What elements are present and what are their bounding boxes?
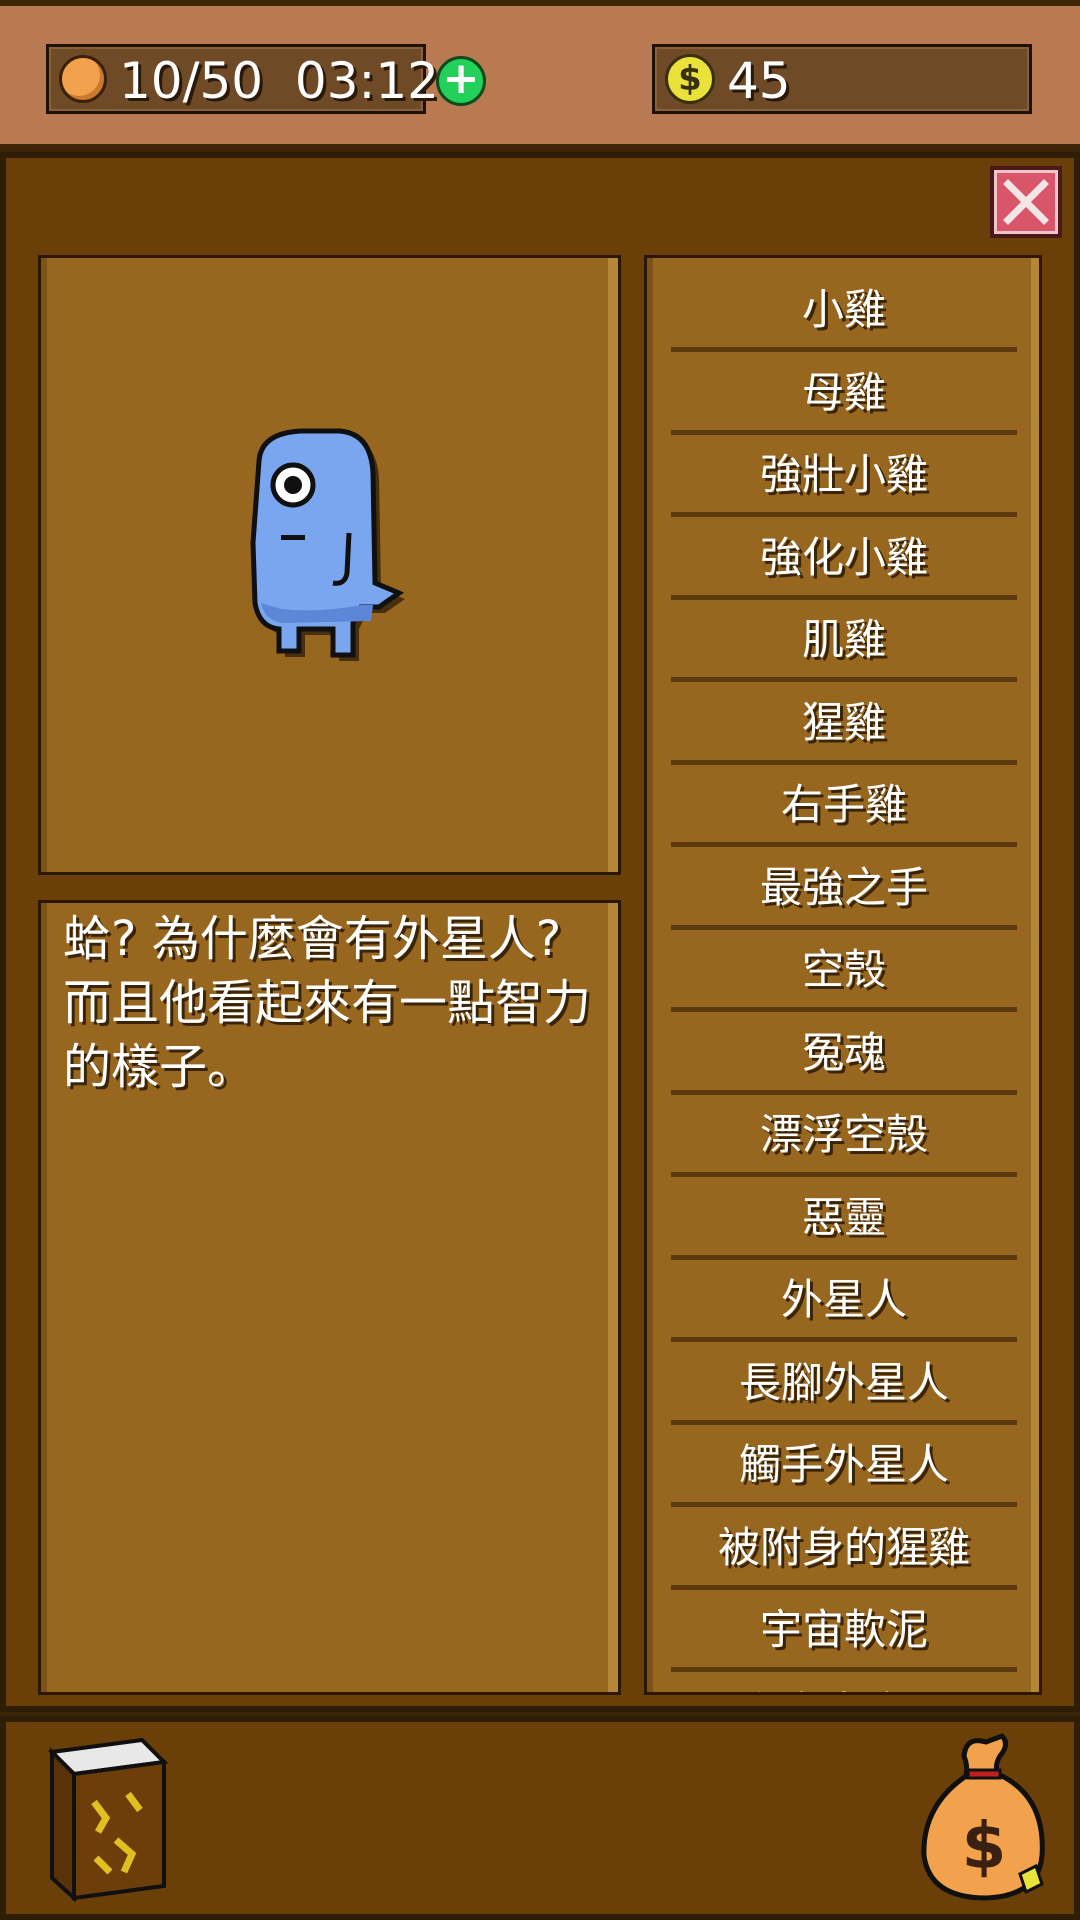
creature-list-item[interactable]: 強壯小雞 — [671, 435, 1017, 517]
creature-list-item[interactable]: 小雞 — [671, 270, 1017, 352]
description-text: 蛤? 為什麼會有外星人? 而且他看起來有一點智力的樣子。 — [63, 911, 592, 1095]
creature-list-item[interactable]: 右手雞 — [671, 765, 1017, 847]
energy-text: 10/50 03:12 — [119, 52, 439, 110]
bottom-bar: $ — [0, 1716, 1080, 1920]
creature-list-item[interactable]: 猩雞 — [671, 683, 1017, 765]
spellbook-icon[interactable] — [32, 1722, 182, 1902]
creature-list-item[interactable]: 強化小雞 — [671, 518, 1017, 600]
energy-counter: 10/50 03:12 — [46, 44, 439, 114]
creature-list-item[interactable]: 外星人 — [671, 1260, 1017, 1342]
coin-count: 45 — [727, 52, 791, 110]
dollar-coin-icon: $ — [665, 54, 715, 104]
add-energy-button[interactable]: + — [436, 56, 486, 106]
creature-list-item[interactable]: 宇宙大魔王 — [671, 1673, 1017, 1693]
alien-creature-sprite — [250, 428, 405, 661]
cookie-icon — [59, 55, 107, 103]
creature-list-item[interactable]: 冤魂 — [671, 1013, 1017, 1095]
creature-list-item[interactable]: 肌雞 — [671, 600, 1017, 682]
close-icon — [1003, 179, 1049, 225]
close-button[interactable] — [990, 166, 1062, 238]
creature-list-item[interactable]: 母雞 — [671, 353, 1017, 435]
creature-list-item[interactable]: 觸手外星人 — [671, 1425, 1017, 1507]
money-bag-icon[interactable]: $ — [906, 1726, 1056, 1906]
creature-list-item[interactable]: 惡靈 — [671, 1178, 1017, 1260]
creature-list-item[interactable]: 被附身的猩雞 — [671, 1508, 1017, 1590]
creature-list-item[interactable]: 宇宙軟泥 — [671, 1590, 1017, 1672]
creature-description: 蛤? 為什麼會有外星人? 而且他看起來有一點智力的樣子。 — [38, 900, 621, 1695]
svg-text:$: $ — [962, 1810, 1007, 1884]
creature-list-item[interactable]: 漂浮空殼 — [671, 1095, 1017, 1177]
creature-list-item[interactable]: 最強之手 — [671, 848, 1017, 930]
top-hud: 10/50 03:12 + $ 45 — [0, 0, 1080, 150]
creature-list[interactable]: 小雞 母雞 強壯小雞 強化小雞 肌雞 猩雞 右手雞 最強之手 空殼 冤魂 漂浮空殼 惡靈 外星人 長腳外星… — [644, 255, 1042, 1695]
coin-counter: $ 45 — [652, 44, 1032, 114]
creature-list-item[interactable]: 長腳外星人 — [671, 1343, 1017, 1425]
creature-list-item[interactable]: 空殼 — [671, 930, 1017, 1012]
creature-portrait — [38, 255, 621, 875]
